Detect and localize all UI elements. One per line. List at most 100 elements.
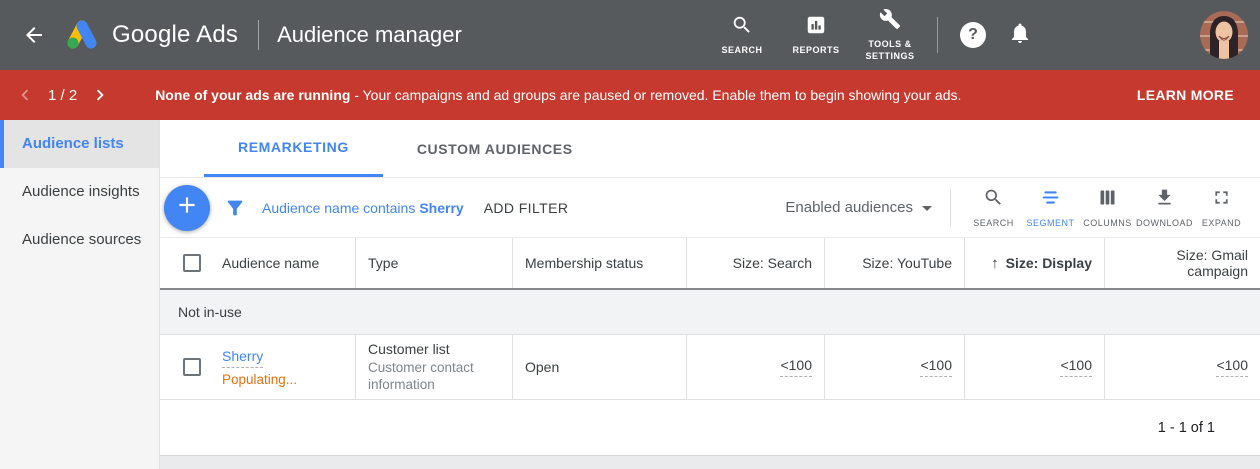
chevron-down-icon <box>922 206 932 211</box>
nav-tools-settings-button[interactable]: TOOLS & SETTINGS <box>859 8 921 62</box>
audience-name-link[interactable]: Sherry <box>222 348 263 368</box>
alert-message-body: - Your campaigns and ad groups are pause… <box>350 87 961 103</box>
column-label: Audience name <box>222 255 319 271</box>
row-checkbox[interactable] <box>183 358 201 376</box>
chevron-left-icon[interactable] <box>12 82 38 108</box>
membership-status-value: Open <box>525 359 559 375</box>
notifications-bell-icon[interactable] <box>1008 21 1032 50</box>
reports-icon <box>805 14 827 41</box>
sidebar: Audience lists Audience insights Audienc… <box>0 120 160 469</box>
table-group-row: Not in-use <box>160 290 1260 335</box>
sidebar-item-audience-insights[interactable]: Audience insights <box>0 168 159 216</box>
filter-icon[interactable] <box>224 197 246 219</box>
add-filter-button[interactable]: ADD FILTER <box>484 200 569 216</box>
tabs: REMARKETING CUSTOM AUDIENCES <box>160 120 1260 178</box>
table-expand-button[interactable]: EXPAND <box>1193 187 1250 228</box>
tab-remarketing[interactable]: REMARKETING <box>204 120 383 177</box>
enabled-audiences-dropdown[interactable]: Enabled audiences <box>785 199 932 216</box>
populating-status: Populating... <box>222 372 297 387</box>
chevron-right-icon[interactable] <box>87 82 113 108</box>
nav-reports-label: REPORTS <box>792 45 839 56</box>
column-header-type[interactable]: Type <box>356 238 513 288</box>
search-icon <box>731 14 753 41</box>
product-name: Google Ads <box>112 21 238 49</box>
alert-banner: 1 / 2 None of your ads are running - You… <box>0 70 1260 120</box>
cell-size-gmail-campaign: <100 <box>1105 335 1260 399</box>
back-arrow-icon[interactable] <box>18 19 50 51</box>
cell-size-search: <100 <box>687 335 825 399</box>
audience-name-stack: Sherry Populating... <box>222 348 297 387</box>
column-header-size-gmail-campaign[interactable]: Size: Gmail campaign <box>1105 238 1260 288</box>
table-segment-button[interactable]: SEGMENT <box>1022 187 1079 228</box>
table-expand-label: EXPAND <box>1202 218 1241 228</box>
help-icon[interactable]: ? <box>960 22 986 48</box>
header-divider <box>258 20 259 50</box>
cell-size-youtube: <100 <box>825 335 965 399</box>
sidebar-item-audience-lists[interactable]: Audience lists <box>0 120 159 168</box>
search-icon <box>983 187 1004 213</box>
table-download-label: DOWNLOAD <box>1136 218 1193 228</box>
table-pagination: 1 - 1 of 1 <box>160 400 1260 455</box>
sort-ascending-icon: ↑ <box>991 255 999 272</box>
table-segment-label: SEGMENT <box>1026 218 1074 228</box>
pagination-range: 1 - 1 of 1 <box>1158 420 1215 436</box>
add-icon <box>174 192 200 223</box>
wrench-icon <box>879 8 901 35</box>
audience-card: REMARKETING CUSTOM AUDIENCES Audience na… <box>160 120 1260 456</box>
alert-pager: 1 / 2 <box>12 82 113 108</box>
table-columns-button[interactable]: COLUMNS <box>1079 187 1136 228</box>
table-columns-label: COLUMNS <box>1083 218 1132 228</box>
active-filter-chip[interactable]: Audience name containsSherry <box>262 200 464 216</box>
size-youtube-value[interactable]: <100 <box>920 357 952 377</box>
toolbar: Audience name containsSherry ADD FILTER … <box>160 178 1260 238</box>
column-header-membership-status[interactable]: Membership status <box>513 238 687 288</box>
toolbar-divider <box>950 189 951 227</box>
type-value: Customer list <box>368 340 500 358</box>
table-search-label: SEARCH <box>973 218 1014 228</box>
table-row: Sherry Populating... Customer list Custo… <box>160 335 1260 400</box>
nav-reports-button[interactable]: REPORTS <box>785 14 847 56</box>
alert-message: None of your ads are running - Your camp… <box>155 87 961 103</box>
alert-message-title: None of your ads are running <box>155 87 350 103</box>
size-gmail-campaign-value[interactable]: <100 <box>1216 357 1248 377</box>
app-header: Google Ads Audience manager SEARCH REPOR… <box>0 0 1260 70</box>
column-header-size-display[interactable]: ↑ Size: Display <box>965 238 1105 288</box>
user-avatar[interactable] <box>1200 11 1248 59</box>
content: Audience lists Audience insights Audienc… <box>0 120 1260 469</box>
table-header-row: Audience name Type Membership status Siz… <box>160 238 1260 290</box>
sidebar-item-audience-sources[interactable]: Audience sources <box>0 216 159 264</box>
page-title: Audience manager <box>277 22 462 48</box>
column-header-audience-name[interactable]: Audience name <box>160 238 356 288</box>
learn-more-button[interactable]: LEARN MORE <box>1127 79 1244 111</box>
type-stack: Customer list Customer contact informati… <box>368 340 500 393</box>
segment-icon <box>1040 187 1061 213</box>
google-ads-logo[interactable]: Google Ads <box>62 17 238 53</box>
nav-search-label: SEARCH <box>721 45 762 56</box>
size-search-value[interactable]: <100 <box>780 357 812 377</box>
table-search-button[interactable]: SEARCH <box>965 187 1022 228</box>
header-divider <box>937 17 938 53</box>
cell-membership-status: Open <box>513 335 687 399</box>
header-actions: SEARCH REPORTS TOOLS & SETTINGS ? <box>705 8 1260 62</box>
column-label: Size: Display <box>1006 255 1092 271</box>
table-download-button[interactable]: DOWNLOAD <box>1136 187 1193 228</box>
tab-custom-audiences[interactable]: CUSTOM AUDIENCES <box>383 120 607 177</box>
cell-type: Customer list Customer contact informati… <box>356 335 513 399</box>
google-ads-logo-icon <box>62 17 102 53</box>
enabled-audiences-label: Enabled audiences <box>785 199 913 216</box>
column-header-size-search[interactable]: Size: Search <box>687 238 825 288</box>
cell-audience-name: Sherry Populating... <box>160 335 356 399</box>
nav-search-button[interactable]: SEARCH <box>711 14 773 56</box>
cell-size-display: <100 <box>965 335 1105 399</box>
column-header-size-youtube[interactable]: Size: YouTube <box>825 238 965 288</box>
columns-icon <box>1097 187 1118 213</box>
filter-chip-label: Audience name contains <box>262 200 415 216</box>
add-audience-button[interactable] <box>164 185 210 231</box>
size-display-value[interactable]: <100 <box>1060 357 1092 377</box>
nav-tools-settings-label: TOOLS & SETTINGS <box>859 39 921 62</box>
main-panel: REMARKETING CUSTOM AUDIENCES Audience na… <box>160 120 1260 469</box>
select-all-checkbox[interactable] <box>183 254 201 272</box>
download-icon <box>1154 187 1175 213</box>
expand-icon <box>1211 187 1232 213</box>
filter-chip-value: Sherry <box>419 200 463 216</box>
